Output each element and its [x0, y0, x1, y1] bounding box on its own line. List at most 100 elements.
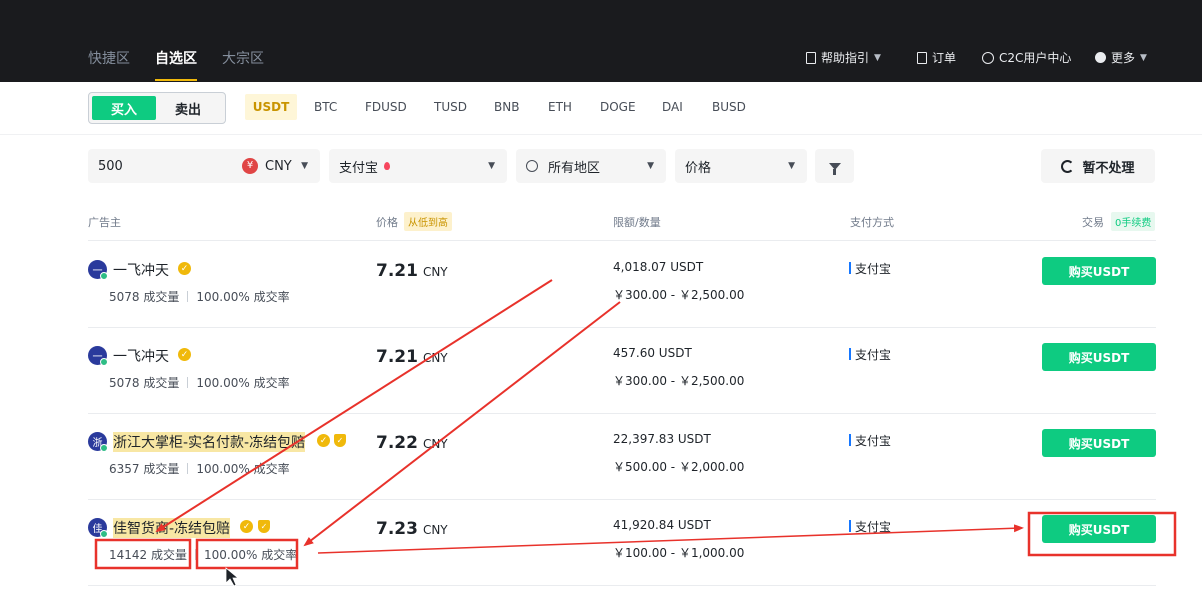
price-sort-badge[interactable]: 从低到高	[404, 212, 452, 231]
buy-usdt-button[interactable]: 购买USDT	[1042, 343, 1156, 371]
amount-input[interactable]: 500	[98, 159, 123, 174]
more-link[interactable]: 更多 ▼	[1095, 49, 1147, 66]
available-amount: 41,920.84 USDT	[613, 518, 711, 532]
region-filter[interactable]: 所有地区 ▼	[516, 149, 666, 183]
more-link-label: 更多	[1111, 51, 1136, 65]
header-price: 价格	[376, 216, 398, 229]
amount-filter[interactable]: 500 ¥ CNY ▼	[88, 149, 320, 183]
help-link[interactable]: 帮助指引 ▼	[806, 49, 881, 66]
divider	[187, 291, 189, 302]
tab-custom[interactable]: 自选区	[155, 48, 197, 81]
filter-button[interactable]	[815, 149, 854, 183]
shield-icon: ✓	[334, 434, 346, 447]
advertiser-name[interactable]: 佳智货商-冻结包赔	[113, 518, 231, 538]
coin-doge[interactable]: DOGE	[592, 94, 644, 120]
header-advertiser: 广告主	[88, 216, 121, 229]
funnel-icon	[828, 162, 841, 175]
chevron-down-icon: ▼	[1140, 52, 1147, 63]
table-row: 一 一飞冲天 ✓ 5078 成交量 100.00% 成交率 7.21 CNY 4,0…	[88, 240, 1156, 328]
header-payment: 支付方式	[850, 216, 894, 229]
coin-dai[interactable]: DAI	[654, 94, 691, 120]
coin-usdt[interactable]: USDT	[245, 94, 297, 120]
price-value: 7.21	[376, 347, 418, 367]
tab-block[interactable]: 大宗区	[222, 48, 264, 68]
order-count: 5078 成交量	[109, 290, 180, 304]
payment-method: 支付宝	[849, 346, 891, 363]
refresh-label: 暂不处理	[1082, 160, 1135, 176]
price-currency: CNY	[422, 437, 448, 451]
orders-link-label: 订单	[932, 51, 957, 65]
header-limit: 限额/数量	[613, 216, 661, 229]
price-value: 7.23	[376, 519, 418, 539]
completion-rate: 100.00% 成交率	[196, 462, 290, 476]
refresh-button[interactable]: 暂不处理	[1041, 149, 1155, 183]
payment-method: 支付宝	[849, 518, 891, 535]
chevron-down-icon: ▼	[788, 161, 795, 171]
verified-icon: ✓	[178, 348, 191, 361]
divider	[195, 549, 196, 560]
shield-icon: ✓	[258, 520, 270, 533]
header-trade: 交易	[1082, 216, 1104, 229]
currency-label: CNY	[265, 158, 292, 174]
coin-busd[interactable]: BUSD	[704, 94, 754, 120]
advertiser-stats: 14142 成交量 100.00% 成交率	[109, 546, 297, 563]
more-icon	[1095, 52, 1106, 63]
trade-side-toggle: 买入 卖出	[88, 92, 226, 124]
price: 7.21 CNY	[376, 347, 448, 367]
price-currency: CNY	[422, 265, 448, 279]
coin-bnb[interactable]: BNB	[486, 94, 527, 120]
price: 7.21 CNY	[376, 261, 448, 281]
currency-select[interactable]: ¥ CNY	[242, 158, 292, 174]
chevron-down-icon: ▼	[874, 52, 881, 63]
fire-icon	[384, 162, 391, 170]
verified-icon: ✓	[178, 262, 191, 275]
chevron-down-icon: ▼	[301, 161, 308, 171]
avatar[interactable]: 一	[88, 346, 108, 366]
table-row: 浙 浙江大掌柜-实名付款-冻结包赔 ✓ ✓ 6357 成交量 100.00% 成交…	[88, 413, 1156, 500]
orders-link[interactable]: 订单	[917, 49, 956, 66]
payment-method: 支付宝	[849, 432, 891, 449]
advertiser-stats: 6357 成交量 100.00% 成交率	[109, 460, 290, 477]
limit-range: ￥100.00 - ￥1,000.00	[613, 546, 745, 560]
sort-filter[interactable]: 价格 ▼	[675, 149, 807, 183]
cny-icon: ¥	[242, 158, 258, 174]
buy-tab[interactable]: 买入	[92, 96, 156, 120]
completion-rate: 100.00% 成交率	[196, 290, 290, 304]
user-center-link[interactable]: C2C用户中心	[982, 49, 1071, 66]
advertiser-name[interactable]: 一飞冲天	[113, 346, 169, 366]
tab-quick[interactable]: 快捷区	[88, 48, 130, 68]
user-center-label: C2C用户中心	[999, 51, 1072, 65]
price-value: 7.21	[376, 261, 418, 281]
available-amount: 4,018.07 USDT	[613, 260, 704, 274]
top-nav: 快捷区 自选区 大宗区 帮助指引 ▼ 订单 C2C用户中心 更多 ▼	[0, 0, 1202, 82]
avatar[interactable]: 佳	[88, 518, 108, 538]
chevron-down-icon: ▼	[488, 161, 495, 171]
price: 7.23 CNY	[376, 519, 448, 539]
coin-eth[interactable]: ETH	[540, 94, 580, 120]
advertiser-name[interactable]: 一飞冲天	[113, 260, 169, 280]
payment-filter[interactable]: 支付宝 ▼	[329, 149, 507, 183]
avatar[interactable]: 一	[88, 260, 108, 280]
buy-usdt-button[interactable]: 购买USDT	[1042, 429, 1156, 457]
sell-tab[interactable]: 卖出	[156, 96, 220, 120]
sort-filter-label: 价格	[685, 160, 712, 176]
chevron-down-icon: ▼	[647, 161, 654, 171]
order-icon	[917, 51, 927, 64]
payment-method: 支付宝	[849, 260, 891, 277]
coin-fdusd[interactable]: FDUSD	[357, 94, 415, 120]
fee-badge: 0手续费	[1111, 212, 1156, 231]
coin-tusd[interactable]: TUSD	[426, 94, 475, 120]
completion-rate: 100.00% 成交率	[196, 376, 290, 390]
region-filter-label: 所有地区	[548, 160, 601, 176]
help-link-label: 帮助指引	[821, 51, 870, 65]
advertiser-stats: 5078 成交量 100.00% 成交率	[109, 288, 290, 305]
avatar[interactable]: 浙	[88, 432, 108, 452]
buy-usdt-button[interactable]: 购买USDT	[1042, 515, 1156, 543]
price-value: 7.22	[376, 433, 418, 453]
buy-usdt-button[interactable]: 购买USDT	[1042, 257, 1156, 285]
coin-btc[interactable]: BTC	[306, 94, 345, 120]
limit-range: ￥300.00 - ￥2,500.00	[613, 374, 745, 388]
user-icon	[982, 51, 994, 64]
advertiser-name[interactable]: 浙江大掌柜-实名付款-冻结包赔	[113, 432, 306, 452]
advertiser-stats: 5078 成交量 100.00% 成交率	[109, 374, 290, 391]
